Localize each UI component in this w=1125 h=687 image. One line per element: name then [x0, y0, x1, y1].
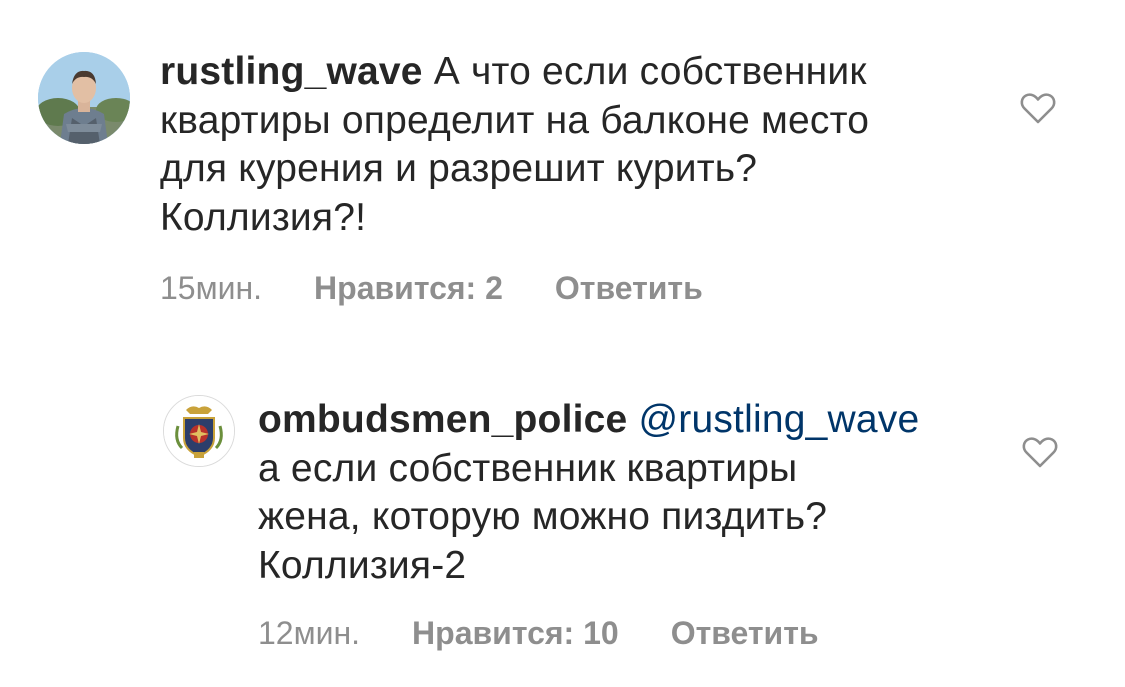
reply-comment-item: ombudsmen_police @rustling_wave а если с…: [0, 380, 1125, 680]
avatar[interactable]: [38, 52, 130, 144]
heart-outline-icon: [1020, 93, 1056, 124]
comment-line: для курения и разрешит курить?: [160, 147, 758, 190]
comment-username[interactable]: rustling_wave: [160, 50, 423, 93]
mention-link[interactable]: @rustling_wave: [638, 398, 919, 441]
comment-meta: 12мин. Нравится: 10 Ответить: [258, 615, 819, 652]
avatar[interactable]: [163, 395, 235, 467]
comment-item: rustling_wave А что если собственник ква…: [0, 0, 1125, 320]
police-emblem-avatar-icon: [164, 396, 234, 466]
comment-line: Коллизия?!: [160, 195, 367, 239]
heart-outline-icon: [1022, 437, 1058, 468]
comment-line: а если собственник квартиры: [258, 446, 798, 490]
comment-line: А что если собственник: [422, 50, 867, 93]
comments-page: rustling_wave А что если собственник ква…: [0, 0, 1125, 687]
comment-meta: 15мин. Нравится: 2 Ответить: [160, 270, 703, 307]
comment-line: жена, которую можно пиздить?: [258, 495, 828, 538]
comment-time: 12мин.: [258, 615, 361, 651]
comment-text: ombudsmen_police @rustling_wave а если с…: [258, 396, 998, 590]
reply-button[interactable]: Ответить: [555, 270, 703, 307]
likes-count[interactable]: Нравится: 2: [314, 270, 503, 307]
comment-time: 15мин.: [160, 270, 263, 306]
comment-username[interactable]: ombudsmen_police: [258, 398, 627, 441]
comment-line: квартиры определит на балконе место: [160, 98, 870, 142]
like-button[interactable]: [1018, 88, 1058, 128]
comment-line: Коллизия-2: [258, 543, 467, 587]
reply-button[interactable]: Ответить: [671, 615, 819, 652]
like-button[interactable]: [1020, 432, 1060, 472]
user-photo-avatar-icon: [38, 52, 130, 144]
comment-text: rustling_wave А что если собственник ква…: [160, 48, 990, 242]
likes-count[interactable]: Нравится: 10: [412, 615, 619, 652]
